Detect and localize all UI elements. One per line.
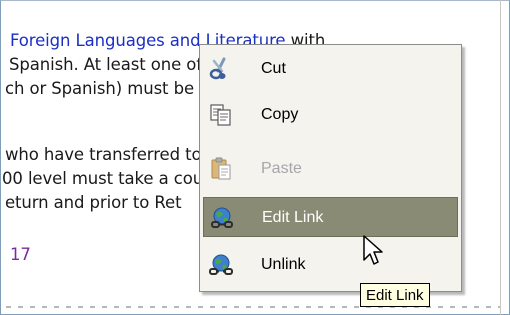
menu-item-cut[interactable]: Cut bbox=[203, 49, 458, 89]
scrollbar-edge bbox=[500, 0, 501, 315]
menu-item-paste[interactable]: Paste bbox=[203, 149, 458, 189]
menu-item-copy[interactable]: Copy bbox=[203, 95, 458, 135]
unlink-icon bbox=[208, 253, 234, 277]
menu-item-edit-link-label: Edit Link bbox=[262, 209, 324, 226]
menu-item-copy-label: Copy bbox=[261, 106, 299, 123]
mouse-pointer-icon bbox=[362, 234, 386, 270]
page-number: 17 bbox=[10, 245, 31, 264]
edit-link-icon bbox=[209, 206, 235, 230]
clipboard-icon bbox=[208, 157, 234, 181]
tooltip: Edit Link bbox=[360, 283, 430, 307]
menu-item-paste-label: Paste bbox=[261, 160, 302, 177]
context-menu: Cut Copy Paste Edit Link Unlink bbox=[199, 44, 462, 292]
menu-item-unlink-label: Unlink bbox=[261, 256, 306, 273]
copy-icon bbox=[208, 103, 234, 127]
menu-item-cut-label: Cut bbox=[261, 60, 286, 77]
menu-item-edit-link[interactable]: Edit Link bbox=[203, 197, 458, 237]
scissors-icon bbox=[208, 57, 234, 81]
text-line-6: eturn and prior to Ret bbox=[5, 193, 182, 212]
menu-item-unlink[interactable]: Unlink bbox=[203, 245, 458, 285]
